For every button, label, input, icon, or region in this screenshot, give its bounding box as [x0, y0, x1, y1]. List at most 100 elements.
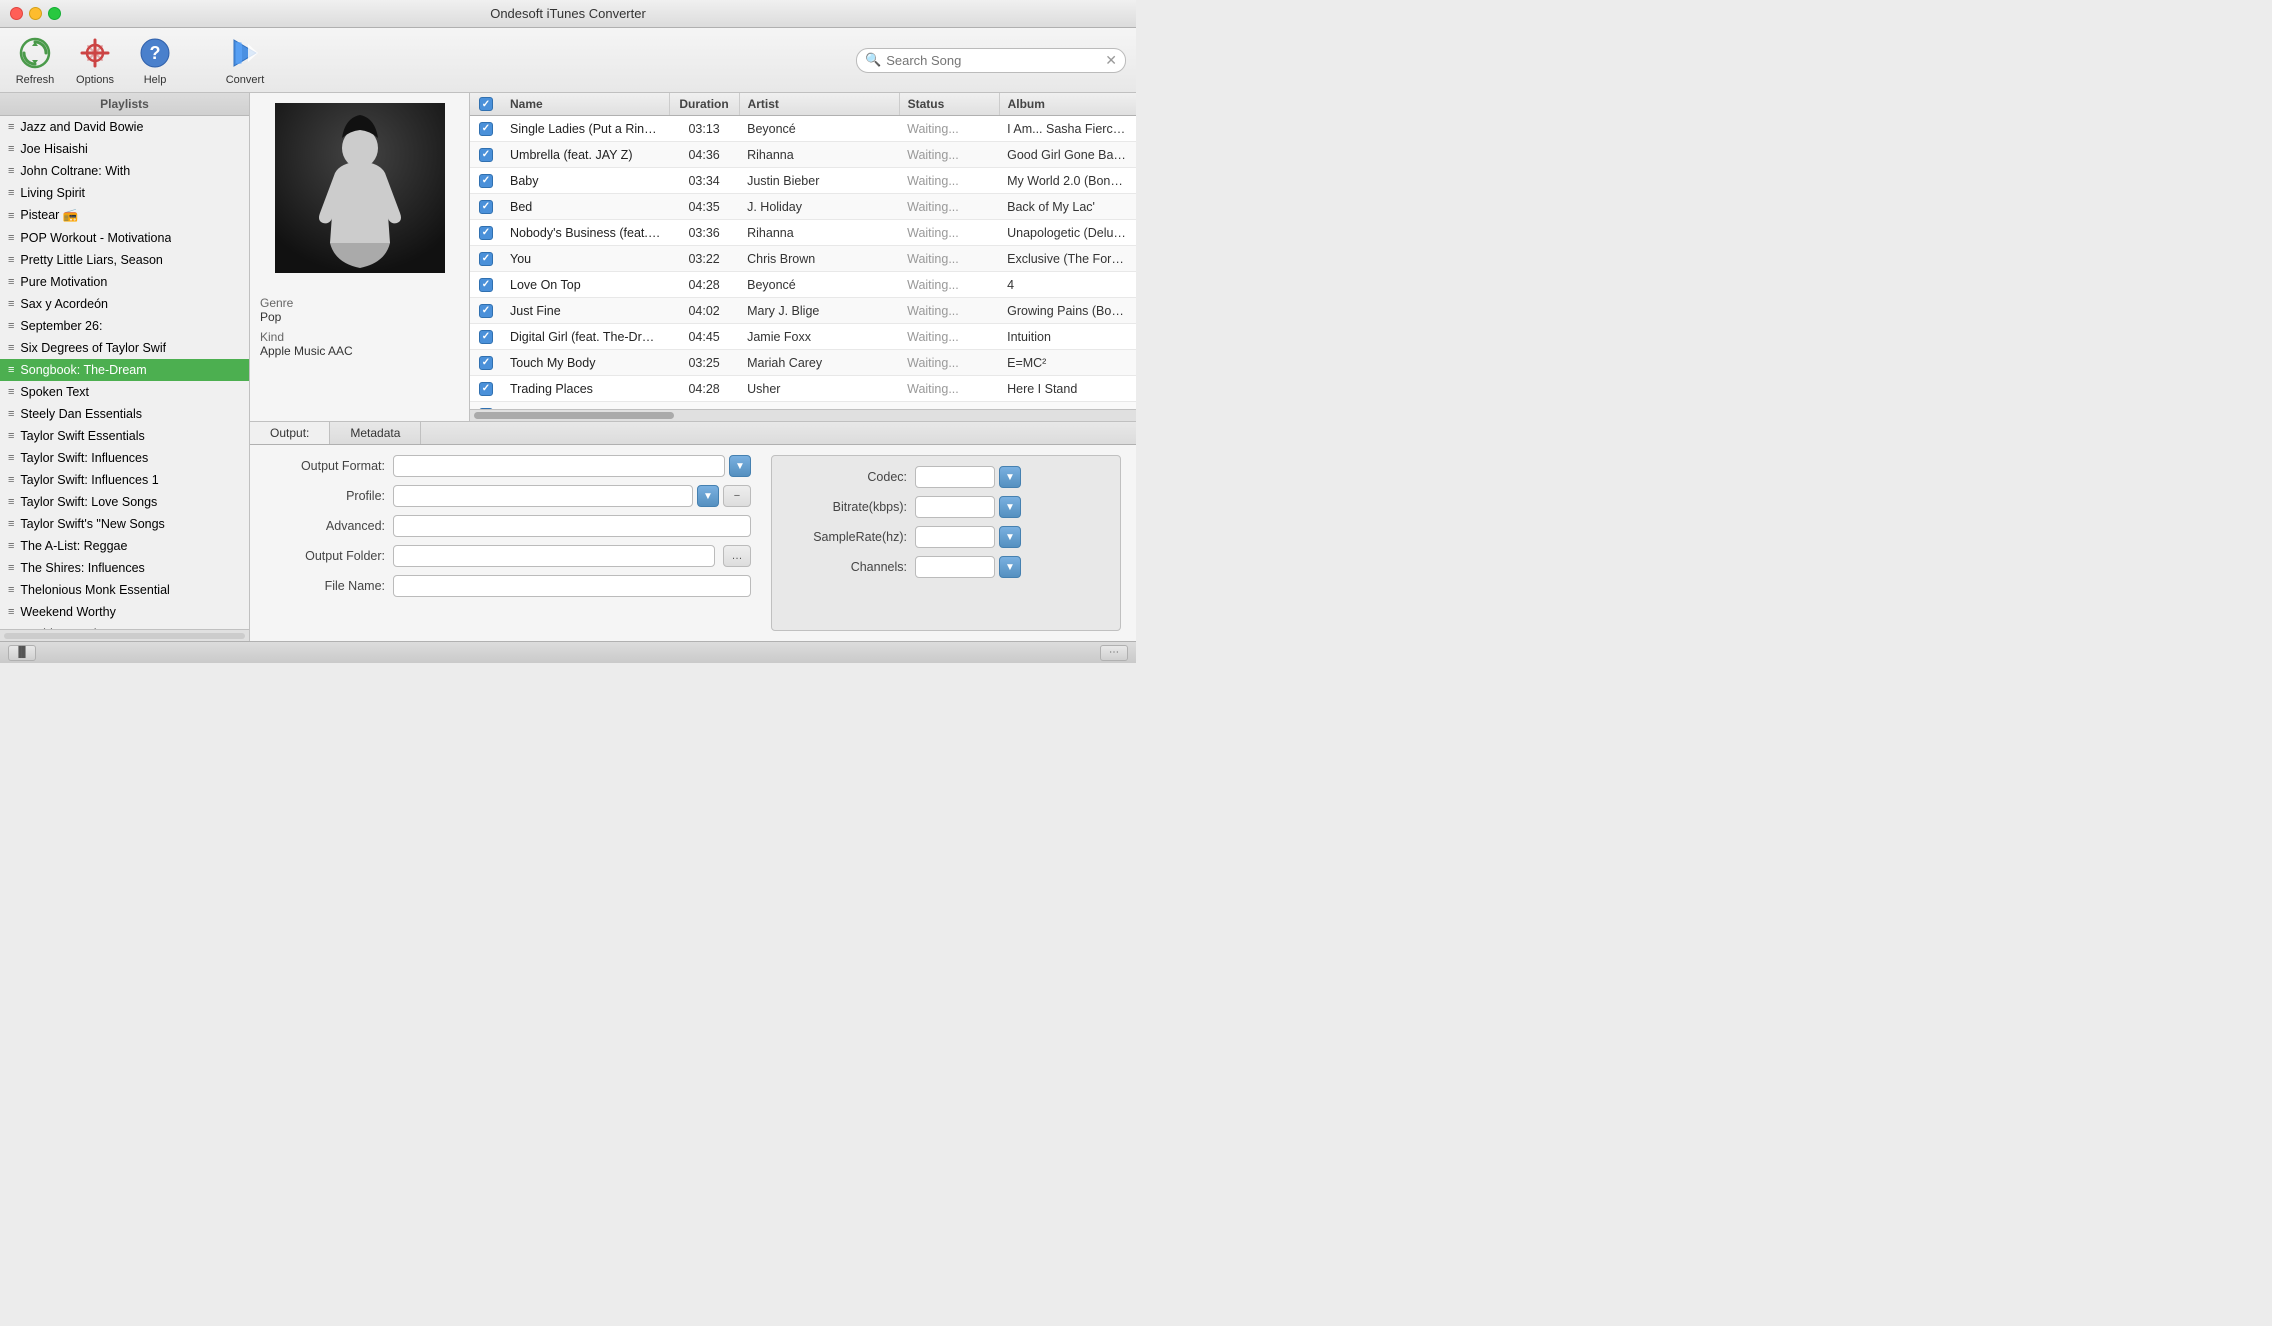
sidebar-item-label: The A-List: Reggae	[20, 539, 127, 553]
row-check[interactable]	[470, 148, 502, 162]
sidebar-scrollbar[interactable]	[0, 629, 249, 641]
bitrate-dropdown[interactable]: ▼	[999, 496, 1021, 518]
table-row[interactable]: Single Ladies (Put a Ring on It) 03:13 B…	[470, 116, 1136, 142]
sidebar-item-john-coltrane[interactable]: ≡John Coltrane: With	[0, 160, 249, 182]
table-row[interactable]: Umbrella (feat. JAY Z) 04:36 Rihanna Wai…	[470, 142, 1136, 168]
row-status: Waiting...	[899, 301, 999, 321]
row-checkbox-1[interactable]	[479, 148, 493, 162]
row-check[interactable]	[470, 174, 502, 188]
row-checkbox-3[interactable]	[479, 200, 493, 214]
row-checkbox-2[interactable]	[479, 174, 493, 188]
sidebar-item-spoken-text[interactable]: ≡Spoken Text	[0, 381, 249, 403]
row-check[interactable]	[470, 330, 502, 344]
convert-button[interactable]: Convert	[220, 35, 270, 86]
sidebar-item-taylor-swift-new[interactable]: ≡Taylor Swift's "New Songs	[0, 513, 249, 535]
sidebar-item-weekend-worthy[interactable]: ≡Weekend Worthy	[0, 601, 249, 623]
table-row[interactable]: Baby 03:34 Justin Bieber Waiting... My W…	[470, 168, 1136, 194]
codec-dropdown[interactable]: ▼	[999, 466, 1021, 488]
sidebar-item-a-list-reggae[interactable]: ≡The A-List: Reggae	[0, 535, 249, 557]
table-row[interactable]: Digital Girl (feat. The-Dream) 04:45 Jam…	[470, 324, 1136, 350]
file-name-input[interactable]: Single Ladies (Put a Ring on It) Beyoncé…	[393, 575, 751, 597]
output-format-dropdown[interactable]: ▼	[729, 455, 751, 477]
output-folder-input[interactable]: /Users/Joyce/Music/Ondesoft iTunes Conve…	[393, 545, 715, 567]
bottom-right: Codec: mp3 ▼ Bitrate(kbps): 128 ▼	[771, 455, 1121, 631]
options-button[interactable]: Options	[70, 35, 120, 86]
maximize-button[interactable]	[48, 7, 61, 20]
row-check[interactable]	[470, 356, 502, 370]
sidebar-item-pistear[interactable]: ≡Pistear 📻	[0, 204, 249, 227]
table-row[interactable]: Bed 04:35 J. Holiday Waiting... Back of …	[470, 194, 1136, 220]
table-row[interactable]: Suffocate 03:40 J. Holiday Waiting... Ba…	[470, 402, 1136, 409]
channels-dropdown[interactable]: ▼	[999, 556, 1021, 578]
row-checkbox-8[interactable]	[479, 330, 493, 344]
table-row[interactable]: Just Fine 04:02 Mary J. Blige Waiting...…	[470, 298, 1136, 324]
sidebar-item-label: Joe Hisaishi	[20, 142, 87, 156]
table-body: Single Ladies (Put a Ring on It) 03:13 B…	[470, 116, 1136, 409]
search-clear-icon[interactable]: ✕	[1105, 52, 1117, 69]
table-row[interactable]: Trading Places 04:28 Usher Waiting... He…	[470, 376, 1136, 402]
table-row[interactable]: Touch My Body 03:25 Mariah Carey Waiting…	[470, 350, 1136, 376]
search-input[interactable]	[886, 53, 1100, 68]
sidebar-item-shires-influences[interactable]: ≡The Shires: Influences	[0, 557, 249, 579]
sidebar-item-steely-dan[interactable]: ≡Steely Dan Essentials	[0, 403, 249, 425]
sidebar-item-thelonious-monk[interactable]: ≡Thelonious Monk Essential	[0, 579, 249, 601]
header-check[interactable]	[470, 93, 502, 115]
sidebar-item-songbook-the-dream[interactable]: ≡Songbook: The-Dream	[0, 359, 249, 381]
profile-edit-btn[interactable]: −	[723, 485, 751, 507]
minimize-button[interactable]	[29, 7, 42, 20]
row-checkbox-6[interactable]	[479, 278, 493, 292]
table-header: Name Duration Artist Status Album	[470, 93, 1136, 116]
row-check[interactable]	[470, 122, 502, 136]
row-check[interactable]	[470, 252, 502, 266]
table-row[interactable]: Nobody's Business (feat. Chris Brown) 03…	[470, 220, 1136, 246]
sidebar-item-six-degrees[interactable]: ≡Six Degrees of Taylor Swif	[0, 337, 249, 359]
select-all-checkbox[interactable]	[479, 97, 493, 111]
sidebar-header: Playlists	[0, 93, 249, 116]
sidebar-item-pretty-little-liars[interactable]: ≡Pretty Little Liars, Season	[0, 249, 249, 271]
row-checkbox-4[interactable]	[479, 226, 493, 240]
tab-output[interactable]: Output:	[250, 422, 330, 444]
row-check[interactable]	[470, 382, 502, 396]
close-button[interactable]	[10, 7, 23, 20]
playlist-icon: ≡	[8, 430, 14, 442]
refresh-button[interactable]: Refresh	[10, 35, 60, 86]
sidebar-item-september-26[interactable]: ≡September 26:	[0, 315, 249, 337]
sidebar-item-pop-workout[interactable]: ≡POP Workout - Motivationa	[0, 227, 249, 249]
row-check[interactable]	[470, 226, 502, 240]
row-checkbox-10[interactable]	[479, 382, 493, 396]
sidebar-item-taylor-swift-influences[interactable]: ≡Taylor Swift: Influences	[0, 447, 249, 469]
sidebar-item-taylor-swift-love[interactable]: ≡Taylor Swift: Love Songs	[0, 491, 249, 513]
table-row[interactable]: Love On Top 04:28 Beyoncé Waiting... 4	[470, 272, 1136, 298]
sidebar-item-joe-hisaishi[interactable]: ≡Joe Hisaishi	[0, 138, 249, 160]
play-pause-btn[interactable]: ▐▌	[8, 645, 36, 661]
more-btn[interactable]: ⋯	[1100, 645, 1128, 661]
sidebar-item-label: Pistear 📻	[20, 208, 78, 223]
sidebar-item-living-spirit[interactable]: ≡Living Spirit	[0, 182, 249, 204]
table-scrollbar-h[interactable]	[470, 409, 1136, 421]
playlist-icon: ≡	[8, 298, 14, 310]
sidebar-item-pure-motivation[interactable]: ≡Pure Motivation	[0, 271, 249, 293]
row-checkbox-5[interactable]	[479, 252, 493, 266]
table-row[interactable]: You 03:22 Chris Brown Waiting... Exclusi…	[470, 246, 1136, 272]
sidebar-item-jazz-david-bowie[interactable]: ≡Jazz and David Bowie	[0, 116, 249, 138]
row-artist: Justin Bieber	[739, 171, 899, 191]
sidebar-item-sax-acordeon[interactable]: ≡Sax y Acordeón	[0, 293, 249, 315]
sidebar-item-taylor-swift-essentials[interactable]: ≡Taylor Swift Essentials	[0, 425, 249, 447]
profile-dropdown[interactable]: ▼	[697, 485, 719, 507]
profile-label: Profile:	[265, 489, 385, 503]
samplerate-dropdown[interactable]: ▼	[999, 526, 1021, 548]
row-check[interactable]	[470, 200, 502, 214]
row-checkbox-0[interactable]	[479, 122, 493, 136]
output-folder-browse-btn[interactable]: …	[723, 545, 751, 567]
row-checkbox-9[interactable]	[479, 356, 493, 370]
row-check[interactable]	[470, 304, 502, 318]
row-checkbox-7[interactable]	[479, 304, 493, 318]
sidebar-item-taylor-swift-influences-1[interactable]: ≡Taylor Swift: Influences 1	[0, 469, 249, 491]
row-duration: 03:36	[669, 223, 739, 243]
help-button[interactable]: ? Help	[130, 35, 180, 86]
tab-metadata[interactable]: Metadata	[330, 422, 421, 444]
options-label: Options	[76, 74, 114, 86]
advanced-input[interactable]: Codec=mp3, Channel=2, SampleRate=44100 H…	[393, 515, 751, 537]
row-check[interactable]	[470, 278, 502, 292]
playlist-icon: ≡	[8, 562, 14, 574]
